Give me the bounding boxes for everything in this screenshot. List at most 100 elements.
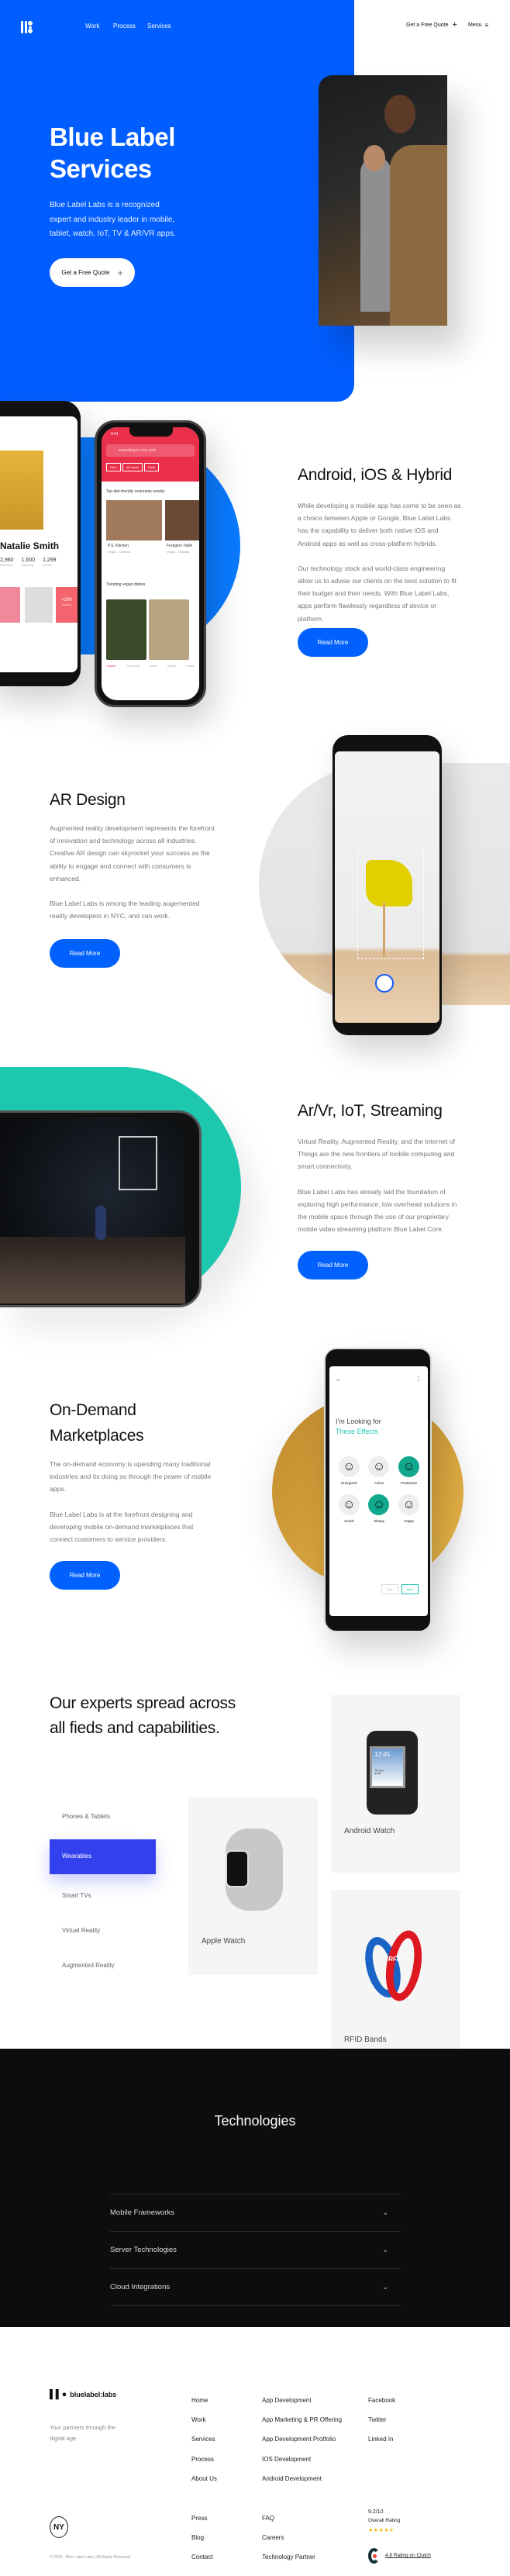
ar-title: AR Design (50, 791, 126, 809)
footer-link-twitter[interactable]: Twitter (368, 2416, 395, 2423)
plus-icon: + (452, 20, 457, 29)
back-arrow-icon[interactable]: ← (336, 1376, 342, 1383)
tab-augmented-reality[interactable]: Augmented Reality (62, 1962, 115, 1969)
footer-link-services[interactable]: Services (191, 2436, 217, 2443)
nav-quote-label: Get a Free Quote (406, 22, 449, 28)
search-input[interactable]: searching in new york (106, 444, 195, 457)
card-android-watch[interactable]: 12:45 22° Android Watch (331, 1695, 460, 1873)
ar-description: Augmented reality development represents… (50, 824, 215, 920)
chevron-down-icon: ⌄ (382, 2283, 388, 2291)
ondemand-phone: ← ⋮ I'm Looking for These Effects ☺ Energ… (324, 1348, 432, 1632)
filter-chip[interactable]: Filter (106, 463, 121, 471)
filter-chip[interactable]: Diets (144, 463, 160, 471)
footer-link-blog[interactable]: Blog (191, 2534, 213, 2541)
plus-icon: + (117, 267, 123, 278)
profile-stat: 1,299 photos (43, 558, 57, 567)
android-description: While developing a mobile app has come t… (298, 502, 461, 623)
tab-phones-tablets[interactable]: Phones & Tablets (62, 1813, 110, 1820)
profile-stat: 1,600 following (21, 558, 36, 567)
streaming-read-more-button[interactable]: Read More (298, 1251, 368, 1279)
clutch-rating-link[interactable]: 4.8 Rating on Clutch (385, 2553, 431, 2558)
footer-link-portfolio[interactable]: App Development Protfolio (262, 2436, 342, 2443)
footer-link-linkedin[interactable]: Linked In (368, 2436, 395, 2443)
ar-read-more-button[interactable]: Read More (50, 939, 120, 968)
profile-stat: 2,980 followers (0, 558, 14, 567)
rating-score: 9.2/10 (368, 2509, 384, 2515)
footer-link-tech-partner[interactable]: Technology Partner (262, 2554, 315, 2560)
profile-name: Natalie Smith (0, 540, 60, 551)
skip-button[interactable]: Skip (381, 1584, 398, 1594)
capture-button[interactable] (375, 974, 394, 993)
accordion-mobile-frameworks[interactable]: Mobile Frameworks ⌄ (110, 2194, 401, 2232)
streaming-description: Virtual Reality, Augmented Reality, and … (298, 1138, 457, 1234)
android-read-more-button[interactable]: Read More (298, 628, 368, 657)
tab-explore: Explore (106, 665, 116, 668)
footer-col3: Facebook Twitter Linked In (368, 2397, 395, 2443)
status-time: 9:41 (111, 432, 119, 437)
nav-quote-link[interactable]: Get a Free Quote + (406, 20, 457, 29)
card-rfid-bands[interactable]: RFID RFID Bands (331, 1890, 460, 2067)
android-title: Android, iOS & Hybrid (298, 466, 453, 484)
nav-process[interactable]: Process (113, 22, 136, 29)
footer-col1: Home Work Services Process About Us (191, 2397, 217, 2482)
footer-link-app-dev[interactable]: App Development (262, 2397, 342, 2404)
menu-label: Menu (468, 22, 482, 28)
made-in-ny-badge: NY (50, 2516, 68, 2538)
footer-tagline: Your partners through the digital age. (50, 2424, 115, 2442)
more-vertical-icon[interactable]: ⋮ (415, 1376, 422, 1383)
get-quote-label: Get a Free Quote (61, 269, 110, 276)
rating-stars-icon: ★★★★⯪ (368, 2528, 395, 2533)
trending-heading: Trending vegan dishes (106, 582, 146, 587)
clutch-logo-icon (368, 2548, 380, 2564)
menu-button[interactable]: Menu ≡ (468, 22, 488, 29)
landscape-phone-basketball (0, 1110, 202, 1307)
chevron-down-icon: ⌄ (382, 2246, 388, 2253)
bluelabel-logo-icon[interactable] (21, 21, 33, 33)
android-profile-phone: Natalie Smith 2,980 followers 1,600 follow… (0, 401, 81, 686)
iphone-restaurant-app: 9:41 searching in new york Filter All me… (95, 420, 206, 707)
accordion-server-technologies[interactable]: Server Technologies ⌄ (110, 2232, 401, 2269)
effect-social[interactable]: ☺ Social (334, 1494, 364, 1523)
footer-link-about[interactable]: About Us (191, 2475, 217, 2482)
footer-link-ios[interactable]: IOS Development (262, 2456, 342, 2463)
footer-link-facebook[interactable]: Facebook (368, 2397, 395, 2404)
footer-link-process[interactable]: Process (191, 2456, 217, 2463)
footer-link-android[interactable]: Android Development (262, 2475, 342, 2482)
rating-label: Overall Rating (368, 2518, 401, 2523)
ar-phone (333, 735, 442, 1035)
tab-virtual-reality[interactable]: Virtual Reality (62, 1927, 100, 1934)
streaming-title: Ar/Vr, IoT, Streaming (298, 1102, 443, 1120)
next-button[interactable]: Next (401, 1584, 419, 1594)
copyright: © 2018 - Blue Label Labs | All Rights Re… (50, 2555, 131, 2560)
footer-link-faq[interactable]: FAQ (262, 2515, 315, 2522)
hero-team-photo (319, 75, 447, 326)
get-quote-button[interactable]: Get a Free Quote + (50, 258, 135, 287)
hero-description: Blue Label Labs is a recognized expert a… (50, 201, 176, 238)
tab-smart-tvs[interactable]: Smart TVs (62, 1892, 91, 1899)
effect-happy[interactable]: ☺ Happy (394, 1494, 424, 1523)
effect-sleepy[interactable]: ☺ Sleepy (364, 1494, 395, 1523)
footer-link-home[interactable]: Home (191, 2397, 217, 2404)
bluelabel-logo-icon: ▌▌● (50, 2390, 67, 2399)
filter-chip[interactable]: All meals (122, 463, 143, 471)
nav-work[interactable]: Work (85, 22, 100, 29)
footer-link-marketing[interactable]: App Marketing & PR Offering (262, 2416, 342, 2423)
effect-productive[interactable]: ☺ Productive (394, 1456, 424, 1485)
effect-active[interactable]: ☺ Active (364, 1456, 395, 1485)
nav-services[interactable]: Services (147, 22, 171, 29)
tab-wearables[interactable]: Wearables (50, 1839, 156, 1874)
card-apple-watch[interactable]: Apple Watch (188, 1797, 318, 1975)
ondemand-description: The on-demand economy is upending many t… (50, 1460, 212, 1544)
experts-title: Our experts spread across all fieds and c… (50, 1694, 236, 1737)
footer-logo[interactable]: ▌▌● bluelabel:labs (50, 2390, 116, 2399)
footer-link-work[interactable]: Work (191, 2416, 217, 2423)
footer-link-press[interactable]: Press (191, 2515, 213, 2522)
effect-energized[interactable]: ☺ Energized (334, 1456, 364, 1485)
ondemand-title: On-Demand Marketplaces (50, 1401, 144, 1445)
footer-link-contact[interactable]: Contact (191, 2554, 213, 2560)
ondemand-read-more-button[interactable]: Read More (50, 1561, 120, 1590)
footer-link-careers[interactable]: Careers (262, 2534, 315, 2541)
accordion-cloud-integrations[interactable]: Cloud Integrations ⌄ (110, 2269, 401, 2306)
profile-photo (0, 451, 43, 530)
restaurants-heading: Top diet-friendly resturants nearby (106, 489, 165, 494)
